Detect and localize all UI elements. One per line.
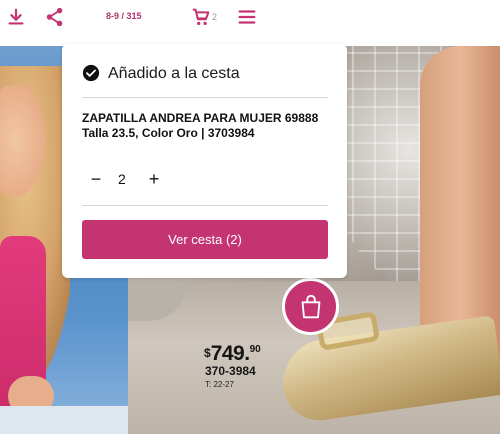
cart-count-badge: 2: [212, 12, 218, 22]
view-cart-button[interactable]: Ver cesta (2): [82, 220, 328, 259]
product-price: $749.90: [204, 342, 261, 366]
quantity-increase-button[interactable]: +: [144, 169, 164, 189]
cart-icon[interactable]: [190, 6, 212, 28]
share-icon[interactable]: [44, 6, 66, 28]
price-whole: 749.: [210, 342, 250, 365]
product-name: ZAPATILLA ANDREA PARA MUJER 69888 Talla …: [82, 111, 319, 140]
quantity-decrease-button[interactable]: −: [86, 169, 106, 189]
top-toolbar: 8-9 / 315 2: [0, 0, 500, 34]
check-circle-icon: [82, 64, 100, 82]
price-currency: $: [204, 346, 211, 360]
size-range: T: 22-27: [205, 380, 234, 389]
added-to-cart-popup: Añadido a la cesta ZAPATILLA ANDREA PARA…: [62, 44, 347, 278]
model-face: [0, 86, 50, 206]
download-icon[interactable]: [5, 6, 27, 28]
divider: [82, 97, 328, 98]
quantity-value: 2: [118, 171, 126, 187]
page-counter: 8-9 / 315: [106, 11, 142, 21]
divider: [82, 205, 328, 206]
price-cents: 90: [249, 344, 261, 355]
menu-icon[interactable]: [236, 6, 258, 28]
popup-title: Añadido a la cesta: [108, 65, 240, 82]
product-code: 370-3984: [205, 364, 256, 378]
pool-edge: [0, 406, 130, 434]
shopping-bag-icon: [301, 294, 320, 318]
add-to-bag-button[interactable]: [282, 278, 339, 335]
